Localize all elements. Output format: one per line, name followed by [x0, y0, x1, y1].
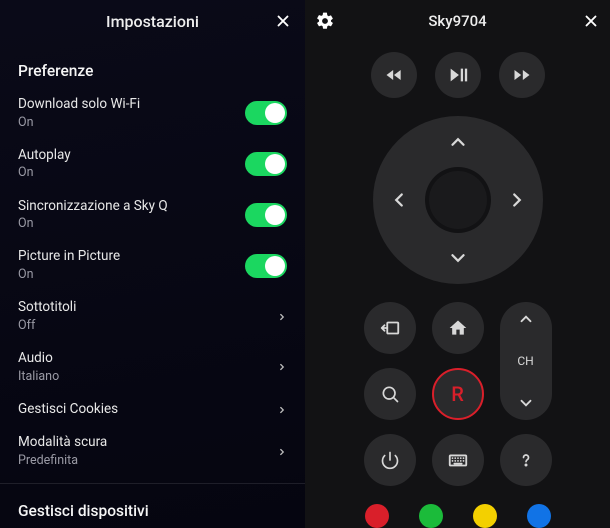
- close-remote-button[interactable]: [582, 12, 600, 30]
- dpad-right-button[interactable]: [497, 180, 537, 220]
- keyboard-button[interactable]: [432, 434, 484, 486]
- settings-title: Impostazioni: [106, 12, 199, 31]
- power-button[interactable]: [364, 434, 416, 486]
- setting-label: Download solo Wi-Fi: [18, 96, 140, 114]
- channel-up-button[interactable]: [517, 310, 535, 328]
- power-icon: [380, 450, 400, 470]
- chevron-up-icon: [517, 310, 535, 328]
- back-button[interactable]: [364, 302, 416, 354]
- setting-sync-skyq[interactable]: Sincronizzazione a Sky Q On: [0, 190, 305, 241]
- media-controls: [371, 52, 545, 98]
- remote-header: Sky9704: [305, 0, 610, 42]
- color-button-red[interactable]: [365, 504, 389, 528]
- setting-download-wifi[interactable]: Download solo Wi-Fi On: [0, 88, 305, 139]
- preferences-heading: Preferenze: [0, 42, 305, 88]
- close-icon: [274, 12, 292, 30]
- chevron-right-icon: [277, 445, 287, 459]
- color-button-green[interactable]: [419, 504, 443, 528]
- settings-panel: Impostazioni Preferenze Download solo Wi…: [0, 0, 305, 528]
- setting-cookies[interactable]: Gestisci Cookies: [0, 393, 305, 427]
- chevron-down-icon: [517, 394, 535, 412]
- setting-label: Sincronizzazione a Sky Q: [18, 198, 168, 216]
- setting-sub: On: [18, 165, 71, 181]
- toggle-download-wifi[interactable]: [245, 101, 287, 125]
- setting-subtitles[interactable]: Sottotitoli Off: [0, 291, 305, 342]
- devices-heading: Gestisci dispositivi: [0, 483, 305, 520]
- help-button[interactable]: [500, 434, 552, 486]
- nav-row-2: [364, 434, 552, 486]
- play-pause-button[interactable]: [435, 52, 481, 98]
- chevron-up-icon: [447, 131, 469, 153]
- setting-dark-mode[interactable]: Modalità scura Predefinita: [0, 426, 305, 477]
- chevron-left-icon: [388, 189, 410, 211]
- setting-sub: Off: [18, 318, 76, 334]
- setting-label: Gestisci Cookies: [18, 401, 118, 419]
- remote-device-name: Sky9704: [428, 12, 486, 30]
- record-button[interactable]: R: [432, 368, 484, 420]
- setting-sub: On: [18, 216, 168, 232]
- setting-sub: Predefinita: [18, 453, 107, 469]
- setting-pip[interactable]: Picture in Picture On: [0, 240, 305, 291]
- toggle-sync-skyq[interactable]: [245, 203, 287, 227]
- dpad-select-button[interactable]: [429, 171, 487, 229]
- setting-sub: Italiano: [18, 369, 59, 385]
- chevron-right-icon: [277, 403, 287, 417]
- setting-autoplay[interactable]: Autoplay On: [0, 139, 305, 190]
- remote-panel: Sky9704: [305, 0, 610, 528]
- home-button[interactable]: [432, 302, 484, 354]
- settings-header: Impostazioni: [0, 0, 305, 42]
- close-settings-button[interactable]: [271, 9, 295, 33]
- toggle-autoplay[interactable]: [245, 152, 287, 176]
- close-icon: [582, 12, 600, 30]
- fast-forward-button[interactable]: [499, 52, 545, 98]
- channel-down-button[interactable]: [517, 394, 535, 412]
- setting-sub: On: [18, 267, 120, 283]
- chevron-down-icon: [447, 247, 469, 269]
- setting-label: Modalità scura: [18, 434, 107, 452]
- chevron-right-icon: [506, 189, 528, 211]
- gear-icon: [315, 11, 335, 31]
- color-buttons-row: [365, 504, 551, 528]
- dpad: [373, 116, 543, 284]
- dpad-left-button[interactable]: [379, 180, 419, 220]
- remote-settings-button[interactable]: [315, 11, 335, 31]
- record-label: R: [451, 382, 464, 406]
- play-pause-icon: [447, 64, 469, 86]
- fast-forward-icon: [512, 65, 532, 85]
- channel-label: CH: [517, 354, 533, 368]
- search-button[interactable]: [364, 368, 416, 420]
- nav-row-1: R CH: [364, 302, 552, 420]
- question-icon: [516, 450, 536, 470]
- dpad-down-button[interactable]: [438, 238, 478, 278]
- home-icon: [448, 318, 468, 338]
- keyboard-icon: [447, 449, 469, 471]
- setting-label: Sottotitoli: [18, 299, 76, 317]
- color-button-yellow[interactable]: [473, 504, 497, 528]
- color-button-blue[interactable]: [527, 504, 551, 528]
- dpad-up-button[interactable]: [438, 122, 478, 162]
- setting-label: Picture in Picture: [18, 248, 120, 266]
- search-icon: [380, 384, 400, 404]
- channel-rocker: CH: [500, 302, 552, 420]
- rewind-button[interactable]: [371, 52, 417, 98]
- chevron-right-icon: [277, 360, 287, 374]
- setting-sub: On: [18, 115, 140, 131]
- setting-label: Autoplay: [18, 147, 71, 165]
- rewind-icon: [384, 65, 404, 85]
- toggle-pip[interactable]: [245, 254, 287, 278]
- back-icon: [379, 317, 401, 339]
- setting-label: Audio: [18, 350, 59, 368]
- chevron-right-icon: [277, 310, 287, 324]
- setting-audio[interactable]: Audio Italiano: [0, 342, 305, 393]
